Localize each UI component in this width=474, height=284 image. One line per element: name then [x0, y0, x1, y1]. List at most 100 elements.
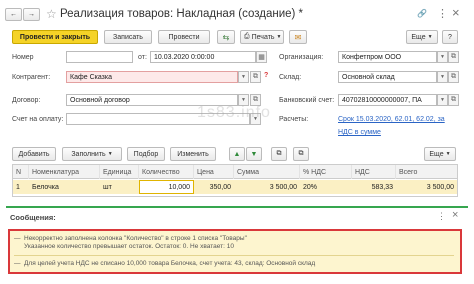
message-item[interactable]: Для целей учета НДС не списано 10,000 то…	[14, 260, 454, 267]
more-button[interactable]: Еще ▼	[406, 30, 438, 44]
open-link-icon: ⧉	[253, 73, 258, 80]
move-down-button[interactable]: ▼	[246, 147, 262, 161]
column-header[interactable]: НДС	[352, 165, 396, 179]
number-label: Номер	[12, 54, 34, 61]
cell-nomenclature[interactable]: Белочка	[29, 180, 100, 194]
vat-link[interactable]: НДС в сумме	[338, 129, 381, 136]
cell-sum[interactable]: 3 500,00	[234, 180, 300, 194]
date-field[interactable]: 10.03.2020 0:00:00	[150, 51, 256, 63]
table-more-label: Еще	[429, 150, 444, 158]
cell-vat-rate[interactable]: 20%	[300, 180, 352, 194]
close-icon[interactable]: ×	[452, 5, 460, 20]
goods-table: N Номенклатура Единица Количество Цена С…	[12, 164, 458, 197]
cell-quantity[interactable]: 10,000	[139, 180, 194, 194]
email-button[interactable]: ✉	[289, 30, 307, 44]
favorite-star-icon[interactable]: ☆	[46, 7, 57, 21]
column-header[interactable]: Количество	[139, 165, 194, 179]
cell-price[interactable]: 350,00	[194, 180, 234, 194]
arrow-down-icon: ▼	[250, 150, 258, 158]
chevron-down-icon: ▼	[440, 97, 445, 103]
forward-button[interactable]: →	[23, 8, 40, 21]
chevron-down-icon: ▼	[107, 151, 113, 157]
save-label: Записать	[113, 33, 143, 41]
fill-label: Заполнить	[71, 150, 106, 158]
save-button[interactable]: Записать	[104, 30, 152, 44]
post-label: Провести	[168, 33, 200, 41]
chevron-down-icon: ▼	[440, 54, 445, 60]
contractor-open[interactable]: ⧉	[250, 71, 261, 83]
warehouse-dropdown[interactable]: ▼	[437, 71, 448, 83]
organization-open[interactable]: ⧉	[448, 51, 459, 63]
dash-icon: —	[14, 260, 21, 267]
back-button[interactable]: ←	[5, 8, 22, 21]
fill-button[interactable]: Заполнить ▼	[62, 147, 122, 161]
calendar-button[interactable]: ▦	[256, 51, 267, 63]
arrow-right-icon: →	[28, 11, 35, 18]
cell-vat[interactable]: 583,33	[352, 180, 396, 194]
arrow-left-icon: ←	[10, 11, 17, 18]
chevron-down-icon: ▼	[241, 97, 246, 103]
column-header[interactable]: Цена	[194, 165, 234, 179]
contractor-field[interactable]: Кафе Сказка	[66, 71, 238, 83]
column-header[interactable]: N	[13, 165, 29, 179]
post-and-close-button[interactable]: Провести и закрыть	[12, 30, 98, 44]
title-bar: ← → ☆ Реализация товаров: Накладная (соз…	[0, 0, 474, 28]
table-more-button[interactable]: Еще ▼	[424, 147, 456, 161]
post-and-close-label: Провести и закрыть	[19, 33, 91, 41]
page-title: Реализация товаров: Накладная (создание)…	[60, 8, 304, 20]
organization-dropdown[interactable]: ▼	[437, 51, 448, 63]
post-button[interactable]: Провести	[158, 30, 210, 44]
doc-flow-button[interactable]: ⇆	[217, 30, 235, 44]
print-label: Печать	[251, 33, 275, 41]
open-link-icon: ⧉	[451, 96, 456, 103]
bank-account-open[interactable]: ⧉	[448, 94, 459, 106]
table-row[interactable]: 1 Белочка шт 10,000 350,00 3 500,00 20% …	[13, 180, 457, 194]
print-button[interactable]: ⎙ Печать ▼	[240, 30, 284, 44]
settlements-link[interactable]: Срок 15.03.2020, 62.01, 62.02, за	[338, 116, 445, 123]
column-header[interactable]: Единица	[100, 165, 139, 179]
help-button[interactable]: ?	[442, 30, 458, 44]
messages-box: Некорректно заполнена колонка "Количеств…	[8, 229, 462, 274]
panel-divider	[6, 206, 468, 208]
column-header[interactable]: Всего	[396, 165, 457, 179]
contractor-label: Контрагент:	[12, 74, 51, 81]
add-row-button[interactable]: Добавить	[12, 147, 56, 161]
message-separator	[14, 255, 454, 256]
menu-dots-icon[interactable]: ⋮	[437, 7, 448, 20]
messages-menu-icon[interactable]: ⋮	[437, 211, 446, 222]
column-header[interactable]: Номенклатура	[29, 165, 100, 179]
watermark: 1s83.info	[197, 104, 271, 121]
bank-account-field[interactable]: 40702810000000007, ПА	[338, 94, 437, 106]
column-header[interactable]: % НДС	[300, 165, 352, 179]
more-label: Еще	[411, 33, 426, 41]
number-field[interactable]	[66, 51, 133, 63]
column-header[interactable]: Сумма	[234, 165, 300, 179]
invoice-label: Счет на оплату:	[12, 116, 64, 123]
contractor-dropdown[interactable]: ▼	[238, 71, 249, 83]
change-button[interactable]: Изменить	[170, 147, 216, 161]
table-header: N Номенклатура Единица Количество Цена С…	[13, 165, 457, 179]
cell-total[interactable]: 3 500,00	[396, 180, 457, 194]
move-up-button[interactable]: ▲	[229, 147, 245, 161]
messages-header: Сообщения:	[10, 213, 56, 222]
selection-button[interactable]: Подбор	[127, 147, 165, 161]
messages-close-icon[interactable]: ×	[452, 209, 458, 221]
arrow-up-icon: ▲	[233, 150, 241, 158]
row-number: 1	[16, 183, 20, 191]
chevron-down-icon: ▼	[427, 34, 433, 40]
message-item[interactable]: Некорректно заполнена колонка "Количеств…	[14, 235, 454, 250]
copy-icon: ⧉	[276, 150, 282, 157]
add-row-label: Добавить	[18, 150, 50, 158]
paste-button[interactable]: ⧉	[293, 147, 309, 161]
bank-account-dropdown[interactable]: ▼	[437, 94, 448, 106]
organization-field[interactable]: Конфетпром ООО	[338, 51, 437, 63]
change-label: Изменить	[177, 150, 209, 158]
help-label: ?	[448, 33, 452, 41]
chevron-down-icon: ▼	[445, 151, 451, 157]
contractor-help-icon[interactable]: ?	[264, 72, 268, 79]
copy-button[interactable]: ⧉	[271, 147, 287, 161]
warehouse-field[interactable]: Основной склад	[338, 71, 437, 83]
link-icon[interactable]: 🔗	[417, 9, 427, 18]
cell-unit[interactable]: шт	[100, 180, 139, 194]
warehouse-open[interactable]: ⧉	[448, 71, 459, 83]
